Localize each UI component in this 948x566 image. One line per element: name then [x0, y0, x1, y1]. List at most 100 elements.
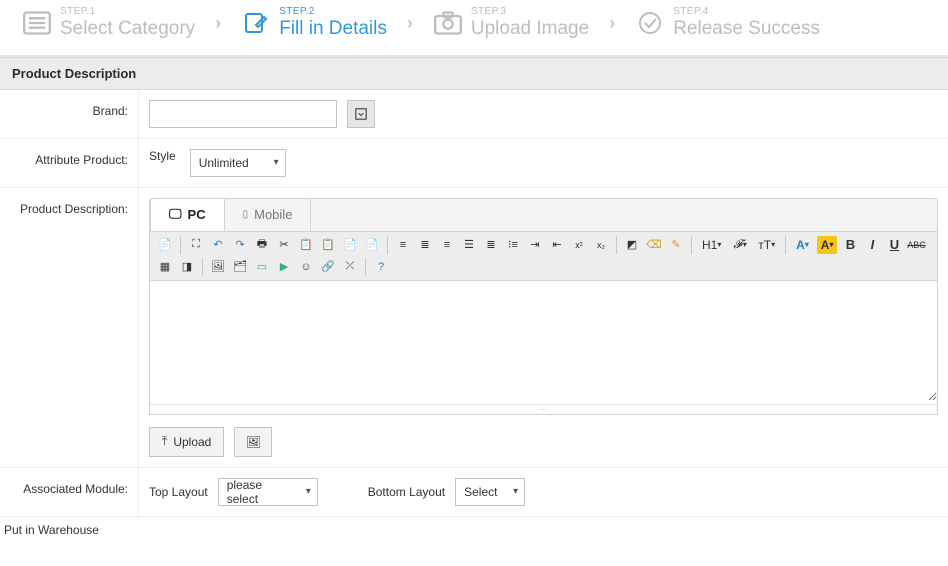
strikethrough-button[interactable]: ABC	[907, 236, 925, 254]
tab-pc-label: PC	[188, 207, 206, 222]
upload-label: Upload	[173, 435, 211, 449]
step-num: STEP.3	[471, 6, 589, 18]
bg-color-button[interactable]: A▾	[817, 236, 838, 254]
image-gallery-button[interactable]: 🖼	[234, 427, 272, 457]
edit-icon	[241, 10, 271, 36]
step-name: Select Category	[60, 18, 195, 41]
font-family-select[interactable]: 𝓕▾	[729, 236, 750, 254]
mobile-icon: ▯	[243, 209, 249, 220]
italic-button[interactable]: I	[863, 236, 881, 254]
upload-icon: ⤒	[162, 434, 167, 449]
select-all-icon[interactable]: ◩	[623, 236, 641, 254]
row-attribute: Attribute Product: Style Unlimited	[0, 139, 948, 188]
tab-pc[interactable]: 🖵 PC	[150, 198, 225, 231]
camera-icon	[433, 10, 463, 36]
style-value: Unlimited	[199, 156, 249, 170]
row-description: Product Description: 🖵 PC ▯ Mobile 📄 ⛶ ↶…	[0, 188, 948, 468]
desktop-icon: 🖵	[169, 206, 182, 222]
undo-icon[interactable]: ↶	[209, 236, 227, 254]
step-2[interactable]: STEP.2 Fill in Details	[241, 6, 387, 41]
bottom-layout-select[interactable]: Select	[455, 478, 525, 506]
top-layout-label: Top Layout	[149, 485, 208, 499]
separator	[785, 236, 786, 254]
paste-icon[interactable]: 📋	[319, 236, 337, 254]
chevron-right-icon: ›	[407, 13, 413, 34]
bottom-layout-value: Select	[464, 485, 497, 499]
unlink-icon[interactable]: ⤫	[341, 258, 359, 276]
copy-icon[interactable]: 📋	[297, 236, 315, 254]
tab-mobile-label: Mobile	[254, 207, 292, 222]
link-icon[interactable]: 🔗	[319, 258, 337, 276]
print-icon[interactable]: 🖶	[253, 236, 271, 254]
step-name: Release Success	[673, 18, 820, 41]
step-name: Upload Image	[471, 18, 589, 41]
flash-icon[interactable]: ▭	[253, 258, 271, 276]
check-circle-icon	[635, 10, 665, 36]
style-select[interactable]: Unlimited	[190, 149, 286, 177]
attribute-label: Attribute Product:	[0, 139, 139, 187]
upload-button[interactable]: ⤒ Upload	[149, 427, 224, 457]
upload-row: ⤒ Upload 🖼	[149, 427, 938, 457]
redo-icon[interactable]: ↷	[231, 236, 249, 254]
editor-tabs: 🖵 PC ▯ Mobile	[149, 198, 938, 232]
outdent-icon[interactable]: ⇤	[548, 236, 566, 254]
align-right-icon[interactable]: ≡	[438, 236, 456, 254]
editor-textarea[interactable]	[150, 281, 937, 401]
remove-format-icon[interactable]: ⌫	[645, 236, 663, 254]
separator	[202, 258, 203, 276]
table-icon[interactable]: ▦	[156, 258, 174, 276]
unordered-list-icon[interactable]: ⁝≡	[504, 236, 522, 254]
format-match-icon[interactable]: ✎	[667, 236, 685, 254]
paste-word-icon[interactable]: 📄	[363, 236, 381, 254]
font-color-button[interactable]: A▾	[792, 236, 813, 254]
font-size-select[interactable]: ᴛT▾	[754, 236, 779, 254]
bottom-layout-label: Bottom Layout	[368, 485, 445, 499]
step-1[interactable]: STEP.1 Select Category	[22, 6, 195, 41]
step-4[interactable]: STEP.4 Release Success	[635, 6, 820, 41]
paste-text-icon[interactable]: 📄	[341, 236, 359, 254]
align-center-icon[interactable]: ≣	[416, 236, 434, 254]
source-icon[interactable]: 📄	[156, 236, 174, 254]
resize-handle[interactable]: ⋯	[150, 404, 937, 414]
brand-picker-button[interactable]	[347, 100, 375, 128]
fullscreen-icon[interactable]: ⛶	[187, 236, 205, 254]
separator	[616, 236, 617, 254]
step-3[interactable]: STEP.3 Upload Image	[433, 6, 589, 41]
list-icon	[22, 10, 52, 36]
cut-icon[interactable]: ✂	[275, 236, 293, 254]
steps-bar: STEP.1 Select Category › STEP.2 Fill in …	[0, 0, 948, 57]
step-num: STEP.4	[673, 6, 820, 18]
brand-input[interactable]	[149, 100, 337, 128]
underline-button[interactable]: U	[885, 236, 903, 254]
image-icon: 🖼	[246, 435, 261, 449]
chevron-right-icon: ›	[609, 13, 615, 34]
clear-format-icon[interactable]: ◨	[178, 258, 196, 276]
step-name: Fill in Details	[279, 18, 387, 41]
description-label: Product Description:	[0, 188, 139, 467]
media-icon[interactable]: ▶	[275, 258, 293, 276]
style-label: Style	[149, 149, 176, 163]
separator	[387, 236, 388, 254]
brand-label: Brand:	[0, 90, 139, 138]
superscript-icon[interactable]: x²	[570, 236, 588, 254]
emoji-icon[interactable]: ☺	[297, 258, 315, 276]
rich-text-editor: 📄 ⛶ ↶ ↷ 🖶 ✂ 📋 📋 📄 📄 ≡ ≣ ≡ ☰ ≣ ⁝≡ ⇥ ⇤	[149, 232, 938, 415]
align-left-icon[interactable]: ≡	[394, 236, 412, 254]
multi-image-icon[interactable]: 🗂	[231, 258, 249, 276]
separator	[691, 236, 692, 254]
subscript-icon[interactable]: x₂	[592, 236, 610, 254]
warehouse-section-title: Put in Warehouse	[0, 517, 948, 543]
heading-select[interactable]: H1▾	[698, 236, 725, 254]
align-justify-icon[interactable]: ☰	[460, 236, 478, 254]
image-icon[interactable]: 🖼	[209, 258, 227, 276]
top-layout-select[interactable]: please select	[218, 478, 318, 506]
chevron-right-icon: ›	[215, 13, 221, 34]
bold-button[interactable]: B	[841, 236, 859, 254]
indent-icon[interactable]: ⇥	[526, 236, 544, 254]
tab-mobile[interactable]: ▯ Mobile	[225, 199, 312, 231]
dropdown-icon	[355, 108, 367, 120]
ordered-list-icon[interactable]: ≣	[482, 236, 500, 254]
help-icon[interactable]: ?	[372, 258, 390, 276]
row-associated: Associated Module: Top Layout please sel…	[0, 468, 948, 517]
editor-toolbar: 📄 ⛶ ↶ ↷ 🖶 ✂ 📋 📋 📄 📄 ≡ ≣ ≡ ☰ ≣ ⁝≡ ⇥ ⇤	[150, 232, 937, 281]
